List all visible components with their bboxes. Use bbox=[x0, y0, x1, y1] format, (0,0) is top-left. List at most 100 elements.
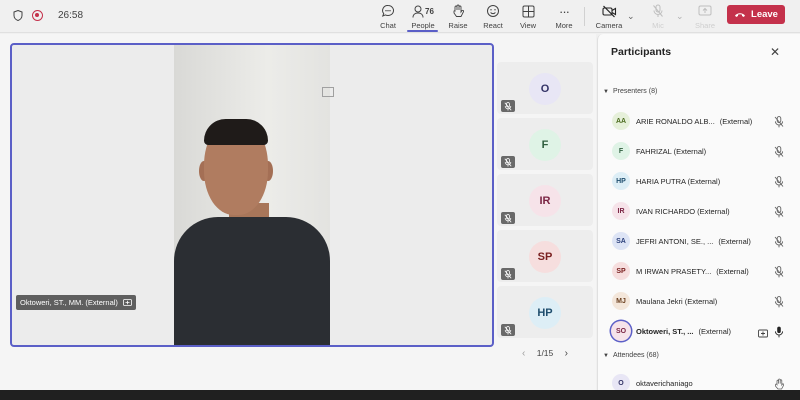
mic-on-icon bbox=[774, 325, 784, 338]
leave-label: Leave bbox=[751, 9, 778, 20]
participant-row[interactable]: AA ARIE RONALDO ALB... (External) bbox=[612, 110, 790, 132]
participant-external-tag: (External) bbox=[698, 326, 732, 336]
participant-name: ARIE RONALDO ALB... bbox=[636, 116, 715, 126]
hand-icon bbox=[453, 4, 464, 17]
chat-button[interactable]: Chat bbox=[378, 0, 398, 33]
tile-avatar: O bbox=[529, 73, 561, 105]
participant-avatar: F bbox=[612, 142, 630, 160]
participants-panel: Participants ✕ ▼ Presenters (8) AA ARIE R… bbox=[597, 34, 800, 392]
participant-name: IVAN RICHARDO (External) bbox=[636, 206, 730, 216]
participant-avatar: SO bbox=[611, 321, 631, 341]
speaker-name-tag: Oktoweri, ST., MM. (External) bbox=[16, 295, 136, 310]
pager-label: 1/15 bbox=[536, 348, 554, 358]
participant-row[interactable]: SP M IRWAN PRASETY... (External) bbox=[612, 260, 790, 282]
mic-label: Mic bbox=[652, 21, 664, 30]
speaker-name: Oktoweri, ST., MM. (External) bbox=[20, 298, 118, 307]
share-label: Share bbox=[694, 21, 715, 30]
camera-off-icon bbox=[601, 5, 616, 17]
mic-off-icon bbox=[774, 295, 784, 308]
mic-off-icon bbox=[774, 145, 784, 158]
react-button[interactable]: React bbox=[483, 0, 503, 33]
participant-row[interactable]: F FAHRIZAL (External) bbox=[612, 140, 790, 162]
people-label: People bbox=[411, 21, 435, 30]
participant-row[interactable]: MJ Maulana Jekri (External) bbox=[612, 290, 790, 312]
mic-off-icon bbox=[774, 115, 784, 128]
mic-options-chevron-icon[interactable]: ⌄ bbox=[676, 11, 684, 22]
participant-external-tag: (External) bbox=[718, 236, 751, 246]
mic-off-icon bbox=[501, 100, 515, 112]
share-icon bbox=[698, 5, 712, 16]
mic-off-icon bbox=[774, 175, 784, 188]
mic-off-icon bbox=[774, 235, 784, 248]
more-icon: ··· bbox=[559, 3, 570, 19]
pip-corner-icon bbox=[322, 87, 334, 97]
participant-row[interactable]: SA JEFRI ANTONI, SE., ... (External) bbox=[612, 230, 790, 252]
speaker-shirt bbox=[174, 217, 330, 345]
participant-name: FAHRIZAL (External) bbox=[636, 146, 707, 156]
participant-avatar: AA bbox=[612, 112, 630, 130]
collapse-caret-icon: ▼ bbox=[603, 88, 609, 95]
chat-label: Chat bbox=[380, 21, 396, 30]
recording-icon bbox=[32, 9, 43, 21]
participant-name: HARIA PUTRA (External) bbox=[636, 176, 721, 186]
participant-avatar: MJ bbox=[612, 292, 630, 310]
view-button[interactable]: View bbox=[518, 0, 538, 33]
speaker-video-feed bbox=[174, 45, 330, 345]
raise-hand-button[interactable]: Raise bbox=[448, 0, 468, 33]
mic-off-icon bbox=[501, 268, 515, 280]
chat-icon bbox=[381, 4, 394, 17]
participant-avatar: IR bbox=[612, 202, 630, 220]
gallery-tile[interactable]: F bbox=[497, 118, 593, 170]
participant-row[interactable]: HP HARIA PUTRA (External) bbox=[612, 170, 790, 192]
tile-avatar: HP bbox=[529, 297, 561, 329]
close-icon[interactable]: ✕ bbox=[770, 45, 780, 59]
smiley-icon bbox=[487, 5, 499, 17]
presenters-label: Presenters (8) bbox=[612, 88, 658, 95]
camera-options-chevron-icon[interactable]: ⌄ bbox=[627, 11, 635, 22]
mic-off-icon bbox=[774, 265, 784, 278]
toolbar-divider bbox=[584, 7, 585, 26]
attendees-section-header[interactable]: ▼ Attendees (68) bbox=[603, 352, 659, 359]
participant-name: M IRWAN PRASETY... bbox=[636, 266, 712, 276]
participant-name: Maulana Jekri (External) bbox=[636, 296, 718, 306]
speaker-video-tile[interactable]: Oktoweri, ST., MM. (External) bbox=[10, 43, 494, 347]
tile-avatar: IR bbox=[529, 185, 561, 217]
mic-off-icon bbox=[501, 212, 515, 224]
speaker-hair bbox=[204, 119, 268, 145]
tile-avatar: SP bbox=[529, 241, 561, 273]
mic-button[interactable]: Mic bbox=[648, 0, 668, 33]
participant-row[interactable]: IR IVAN RICHARDO (External) bbox=[612, 200, 790, 222]
people-button[interactable]: 76 People bbox=[408, 0, 438, 33]
leave-button[interactable]: Leave bbox=[727, 5, 785, 24]
more-label: More bbox=[555, 21, 573, 30]
gallery-tile[interactable]: IR bbox=[497, 174, 593, 226]
participant-name: oktaverichaniago bbox=[636, 378, 693, 388]
camera-button[interactable]: Camera bbox=[596, 0, 622, 33]
grid-view-icon bbox=[522, 5, 534, 17]
hand-icon bbox=[774, 377, 785, 390]
gallery-pager: ‹ 1/15 › bbox=[522, 346, 568, 360]
pager-next-icon[interactable]: › bbox=[565, 348, 568, 359]
meeting-timer: 26:58 bbox=[58, 9, 84, 21]
pager-prev-icon[interactable]: ‹ bbox=[522, 348, 525, 359]
participant-row[interactable]: SO Oktoweri, ST., ... (External) bbox=[611, 320, 790, 342]
gallery-tile[interactable]: O bbox=[497, 62, 593, 114]
meeting-status: 26:58 bbox=[13, 8, 83, 22]
react-label: React bbox=[483, 21, 503, 30]
presenters-section-header[interactable]: ▼ Presenters (8) bbox=[603, 88, 657, 95]
gallery-tile[interactable]: HP bbox=[497, 286, 593, 338]
more-button[interactable]: ··· More bbox=[553, 0, 575, 33]
participant-avatar: SA bbox=[612, 232, 630, 250]
mic-off-icon bbox=[653, 4, 663, 17]
os-taskbar bbox=[0, 390, 800, 400]
people-count: 76 bbox=[425, 6, 434, 16]
screen-share-icon bbox=[123, 298, 132, 306]
screen-share-icon bbox=[758, 326, 768, 338]
share-button[interactable]: Share bbox=[694, 0, 716, 33]
gallery-tile[interactable]: SP bbox=[497, 230, 593, 282]
mic-off-icon bbox=[501, 156, 515, 168]
phone-hangup-icon bbox=[735, 13, 746, 17]
participant-name: Oktoweri, ST., ... bbox=[636, 326, 694, 336]
participant-avatar: SP bbox=[612, 262, 630, 280]
participant-external-tag: (External) bbox=[716, 266, 749, 276]
